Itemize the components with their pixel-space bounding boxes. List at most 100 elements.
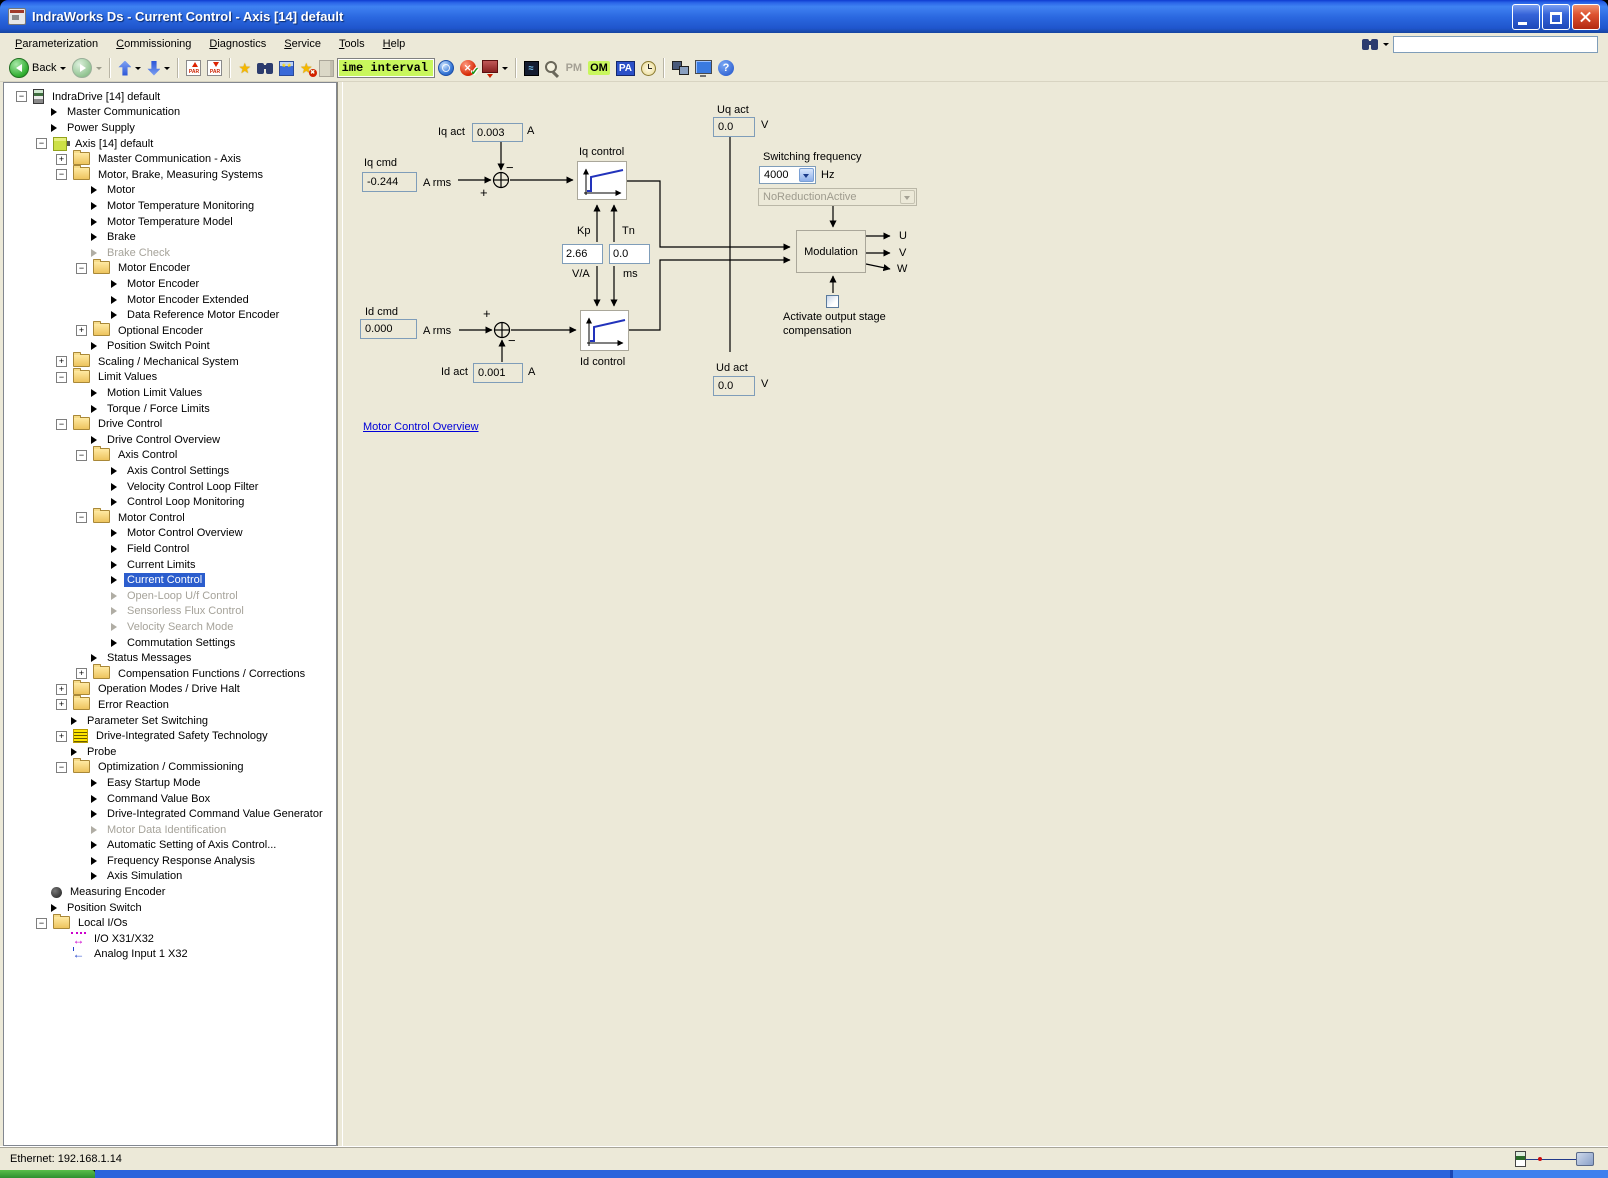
tree-item[interactable]: I/O X31/X32 bbox=[4, 931, 336, 947]
tree-item[interactable]: Status Messages bbox=[4, 650, 336, 666]
collapse-toggle-icon[interactable]: − bbox=[76, 450, 87, 461]
tree-item[interactable]: Motor Control Overview bbox=[4, 526, 336, 542]
collapse-toggle-icon[interactable]: − bbox=[56, 169, 67, 180]
restore-button[interactable] bbox=[1542, 4, 1570, 30]
tree-item[interactable]: Drive-Integrated Command Value Generator bbox=[4, 806, 336, 822]
pm-mode-button[interactable]: PM bbox=[563, 56, 586, 80]
find-binoculars-icon[interactable] bbox=[1362, 39, 1378, 50]
collapse-toggle-icon[interactable]: − bbox=[76, 263, 87, 274]
navigate-up-button[interactable] bbox=[115, 56, 144, 80]
collapse-toggle-icon[interactable]: − bbox=[36, 138, 47, 149]
tree-item[interactable]: Command Value Box bbox=[4, 791, 336, 807]
minimize-button[interactable] bbox=[1512, 4, 1540, 30]
menu-service[interactable]: Service bbox=[275, 35, 330, 53]
collapse-toggle-icon[interactable]: − bbox=[56, 372, 67, 383]
tree-item[interactable]: Motor Encoder bbox=[4, 276, 336, 292]
collapse-toggle-icon[interactable]: − bbox=[16, 91, 27, 102]
network-button[interactable] bbox=[669, 56, 692, 80]
menu-search-input[interactable] bbox=[1393, 36, 1598, 53]
search-button[interactable] bbox=[254, 56, 276, 80]
pa-mode-button[interactable]: PA bbox=[613, 56, 638, 80]
menu-diagnostics[interactable]: Diagnostics bbox=[200, 35, 275, 53]
tree-item[interactable]: −Optimization / Commissioning bbox=[4, 760, 336, 776]
tree-item[interactable]: Motion Limit Values bbox=[4, 385, 336, 401]
tree-item[interactable]: Motor Data Identification bbox=[4, 822, 336, 838]
watch-button[interactable] bbox=[542, 56, 563, 80]
exit-button[interactable] bbox=[316, 56, 337, 80]
tree-item[interactable]: +Scaling / Mechanical System bbox=[4, 354, 336, 370]
tree-item[interactable]: Axis Control Settings bbox=[4, 463, 336, 479]
tree-item[interactable]: −Limit Values bbox=[4, 370, 336, 386]
tree-item[interactable]: Open-Loop U/f Control bbox=[4, 588, 336, 604]
panel-splitter[interactable] bbox=[337, 82, 343, 1146]
tree-item[interactable]: Motor Encoder Extended bbox=[4, 292, 336, 308]
tree-item[interactable]: Velocity Search Mode bbox=[4, 619, 336, 635]
expand-toggle-icon[interactable]: + bbox=[56, 684, 67, 695]
tree-item[interactable]: Motor Temperature Monitoring bbox=[4, 198, 336, 214]
tree-item[interactable]: Easy Startup Mode bbox=[4, 775, 336, 791]
collapse-toggle-icon[interactable]: − bbox=[56, 419, 67, 430]
tree-item[interactable]: Measuring Encoder bbox=[4, 884, 336, 900]
tree-item[interactable]: −Axis [14] default bbox=[4, 136, 336, 152]
help-button[interactable] bbox=[715, 56, 737, 80]
tree-item[interactable]: Brake bbox=[4, 229, 336, 245]
menu-parameterization[interactable]: Parameterization bbox=[6, 35, 107, 53]
kp-input[interactable] bbox=[562, 244, 603, 264]
forward-button[interactable] bbox=[69, 56, 105, 80]
abort-button[interactable]: ✓ bbox=[457, 56, 479, 80]
om-mode-button[interactable]: OM bbox=[585, 56, 613, 80]
tree-item[interactable]: Current Limits bbox=[4, 557, 336, 573]
tree-item[interactable]: Current Control bbox=[4, 572, 336, 588]
switching-frequency-select[interactable]: 4000 bbox=[759, 166, 816, 184]
motor-control-overview-link[interactable]: Motor Control Overview bbox=[363, 421, 479, 433]
tree-item[interactable]: −Motor Encoder bbox=[4, 261, 336, 277]
collapse-toggle-icon[interactable]: − bbox=[56, 762, 67, 773]
tree-item[interactable]: −Motor Control bbox=[4, 510, 336, 526]
tree-item[interactable]: +Optional Encoder bbox=[4, 323, 336, 339]
tree-item[interactable]: Commutation Settings bbox=[4, 635, 336, 651]
time-button[interactable] bbox=[638, 56, 659, 80]
tree-item[interactable]: Sensorless Flux Control bbox=[4, 604, 336, 620]
oscilloscope-button[interactable] bbox=[521, 56, 542, 80]
expand-toggle-icon[interactable]: + bbox=[56, 731, 67, 742]
tree-item[interactable]: Position Switch Point bbox=[4, 339, 336, 355]
tn-input[interactable] bbox=[609, 244, 650, 264]
tree-item[interactable]: +Error Reaction bbox=[4, 697, 336, 713]
tree-item[interactable]: Parameter Set Switching bbox=[4, 713, 336, 729]
find-dropdown-caret[interactable] bbox=[1383, 43, 1389, 46]
interval-field[interactable] bbox=[337, 58, 435, 78]
tree-item[interactable]: Axis Simulation bbox=[4, 869, 336, 885]
tree-item[interactable]: −Local I/Os bbox=[4, 915, 336, 931]
tree-item[interactable]: Data Reference Motor Encoder bbox=[4, 307, 336, 323]
tree-item[interactable]: Field Control bbox=[4, 541, 336, 557]
back-button[interactable]: Back bbox=[6, 56, 69, 80]
switching-frequency-dropdown-button[interactable] bbox=[799, 168, 814, 182]
tree-item[interactable]: +Compensation Functions / Corrections bbox=[4, 666, 336, 682]
tree-item[interactable]: Power Supply bbox=[4, 120, 336, 136]
windows-taskbar[interactable] bbox=[0, 1170, 1608, 1178]
favorites-button[interactable] bbox=[235, 56, 254, 80]
menu-tools[interactable]: Tools bbox=[330, 35, 374, 53]
tree-item[interactable]: Frequency Response Analysis bbox=[4, 853, 336, 869]
tree-item[interactable]: Motor Temperature Model bbox=[4, 214, 336, 230]
remote-view-button[interactable] bbox=[692, 56, 715, 80]
navigate-down-button[interactable] bbox=[144, 56, 173, 80]
expand-toggle-icon[interactable]: + bbox=[76, 668, 87, 679]
tree-item[interactable]: Drive Control Overview bbox=[4, 432, 336, 448]
tree-item[interactable]: Automatic Setting of Axis Control... bbox=[4, 838, 336, 854]
parameter-list-button[interactable] bbox=[276, 56, 297, 80]
tree-item[interactable]: Probe bbox=[4, 744, 336, 760]
tree-item[interactable]: Analog Input 1 X32 bbox=[4, 947, 336, 963]
collapse-toggle-icon[interactable]: − bbox=[36, 918, 47, 929]
tree-item[interactable]: Torque / Force Limits bbox=[4, 401, 336, 417]
expand-toggle-icon[interactable]: + bbox=[56, 699, 67, 710]
tree-item[interactable]: −Axis Control bbox=[4, 448, 336, 464]
tree-item[interactable]: Control Loop Monitoring bbox=[4, 494, 336, 510]
tree-item[interactable]: Velocity Control Loop Filter bbox=[4, 479, 336, 495]
tree-item[interactable]: −Drive Control bbox=[4, 416, 336, 432]
expand-toggle-icon[interactable]: + bbox=[56, 154, 67, 165]
output-stage-compensation-checkbox[interactable] bbox=[826, 295, 839, 308]
menu-help[interactable]: Help bbox=[374, 35, 415, 53]
device-status-button[interactable] bbox=[479, 56, 511, 80]
collapse-toggle-icon[interactable]: − bbox=[76, 512, 87, 523]
